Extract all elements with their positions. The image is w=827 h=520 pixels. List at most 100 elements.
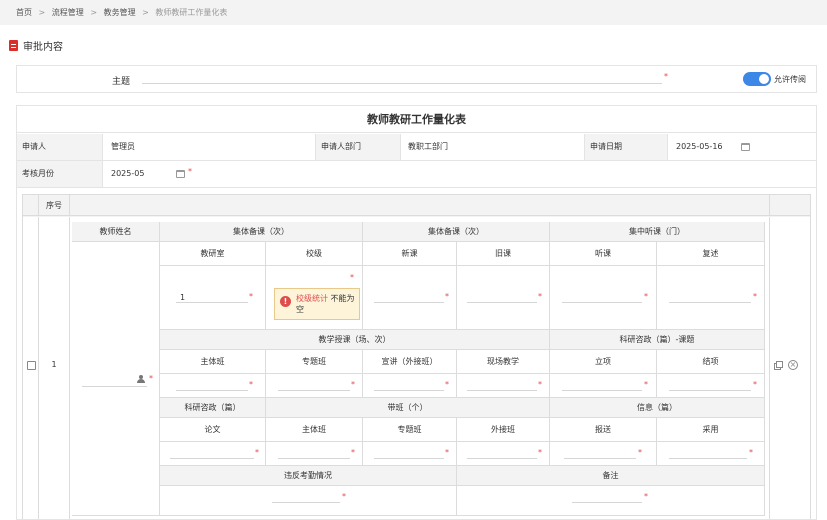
required-mark: * xyxy=(538,292,542,301)
column-divider xyxy=(69,195,70,215)
row-checkbox[interactable] xyxy=(27,361,36,370)
applicant-value: 管理员 xyxy=(111,142,135,151)
user-picker-icon[interactable] xyxy=(137,375,147,384)
date-label: 申请日期 xyxy=(584,134,668,160)
input-cell xyxy=(457,266,550,330)
sub-recap: 复述 xyxy=(657,242,765,266)
sub-paper: 论文 xyxy=(160,418,266,442)
project-close-input[interactable] xyxy=(669,390,751,391)
required-mark: * xyxy=(749,448,753,457)
sub-office: 教研室 xyxy=(160,242,266,266)
sub-project-setup: 立项 xyxy=(550,350,657,374)
input-cell xyxy=(550,374,657,398)
table-row: 1 教师姓名 * 集体备课（次） 集体备课（次） 集中听课（门） 教研室 校级 … xyxy=(23,217,810,519)
subject-input[interactable] xyxy=(142,83,662,84)
input-cell xyxy=(457,442,550,466)
sub-external-class: 外接班 xyxy=(457,418,550,442)
copy-icon[interactable] xyxy=(774,361,783,370)
error-icon: ! xyxy=(280,296,291,307)
breadcrumb-academic[interactable]: 教务管理 xyxy=(104,8,136,17)
paper-input[interactable] xyxy=(170,458,254,459)
required-mark: * xyxy=(753,292,757,301)
required-mark: * xyxy=(644,492,648,501)
required-mark: * xyxy=(149,374,153,383)
column-divider xyxy=(69,217,70,519)
column-divider xyxy=(769,195,770,215)
required-mark: * xyxy=(445,448,449,457)
input-cell xyxy=(266,442,363,466)
sub-onsite: 现场教学 xyxy=(457,350,550,374)
group-remark: 备注 xyxy=(457,466,765,486)
detail-table: 序号 1 教师姓名 * 集体备课（次） 集体备课（次） 集中听课（门） 教研室 xyxy=(22,194,811,519)
form-box: 教师教研工作量化表 申请人 管理员 申请人部门 教职工部门 申请日期 2025-… xyxy=(16,105,817,520)
sub-old-course: 旧课 xyxy=(457,242,550,266)
required-mark: * xyxy=(644,292,648,301)
onsite-input[interactable] xyxy=(467,390,537,391)
group-teaching: 教学授课（场、次） xyxy=(160,330,550,350)
calendar-icon[interactable] xyxy=(741,143,750,151)
new-course-input[interactable] xyxy=(374,302,444,303)
office-input[interactable] xyxy=(176,302,248,303)
breadcrumb: 首页 > 流程管理 > 教务管理 > 教师教研工作量化表 xyxy=(0,0,827,25)
external-class-input[interactable] xyxy=(467,458,537,459)
breadcrumb-process[interactable]: 流程管理 xyxy=(52,8,84,17)
toggle-label: 允许传阅 xyxy=(774,75,806,84)
row-detail-grid: 教师姓名 * 集体备课（次） 集体备课（次） 集中听课（门） 教研室 校级 新课… xyxy=(72,222,765,516)
project-setup-input[interactable] xyxy=(562,390,642,391)
error-field: 校级统计 xyxy=(296,294,328,303)
breadcrumb-home[interactable]: 首页 xyxy=(16,8,32,17)
allow-circulate-toggle[interactable] xyxy=(743,72,771,86)
old-course-input[interactable] xyxy=(467,302,537,303)
sub-new-course: 新课 xyxy=(363,242,457,266)
required-mark: * xyxy=(664,72,668,81)
column-divider xyxy=(769,217,770,519)
remark-input[interactable] xyxy=(572,502,642,503)
teacher-name-input[interactable] xyxy=(82,386,147,387)
teacher-name-header: 教师姓名 xyxy=(72,222,160,242)
dept-value: 教职工部门 xyxy=(408,142,448,151)
required-mark: * xyxy=(351,448,355,457)
breadcrumb-separator: > xyxy=(142,8,149,17)
required-mark: * xyxy=(644,380,648,389)
dept-label: 申请人部门 xyxy=(315,134,401,160)
info-row-applicant: 申请人 管理员 申请人部门 教职工部门 申请日期 2025-05-16 xyxy=(17,134,816,161)
delete-icon[interactable]: × xyxy=(788,360,798,370)
attendance-input[interactable] xyxy=(272,502,340,503)
sub-main-class: 主体班 xyxy=(160,350,266,374)
required-mark: * xyxy=(538,380,542,389)
required-mark: * xyxy=(753,380,757,389)
input-cell xyxy=(363,374,457,398)
required-mark: * xyxy=(255,448,259,457)
outreach-input[interactable] xyxy=(374,390,444,391)
special-class-2-input[interactable] xyxy=(374,458,444,459)
calendar-icon[interactable] xyxy=(176,170,185,178)
required-mark: * xyxy=(350,273,354,282)
month-label: 考核月份 xyxy=(17,161,103,187)
input-cell xyxy=(363,266,457,330)
required-mark: * xyxy=(538,448,542,457)
sub-listen: 听课 xyxy=(550,242,657,266)
sub-main-class-2: 主体班 xyxy=(266,418,363,442)
required-mark: * xyxy=(188,167,192,176)
sub-special-class-2: 专题班 xyxy=(363,418,457,442)
form-title: 教师教研工作量化表 xyxy=(17,106,816,133)
group-research-topic: 科研咨政（篇）-课题 xyxy=(550,330,765,350)
section-title: 审批内容 xyxy=(9,38,63,53)
group-collective-prep-2: 集体备课（次） xyxy=(363,222,550,242)
submit-input[interactable] xyxy=(564,458,636,459)
required-mark: * xyxy=(249,380,253,389)
adopt-input[interactable] xyxy=(669,458,747,459)
main-class-input[interactable] xyxy=(176,390,248,391)
required-mark: * xyxy=(351,380,355,389)
main-class-2-input[interactable] xyxy=(278,458,350,459)
breadcrumb-separator: > xyxy=(38,8,46,17)
date-input[interactable]: 2025-05-16 xyxy=(676,134,723,160)
detail-header: 序号 xyxy=(23,195,810,216)
group-attendance: 违反考勤情况 xyxy=(160,466,457,486)
input-cell xyxy=(160,486,457,516)
special-class-input[interactable] xyxy=(278,390,350,391)
month-input[interactable]: 2025-05 xyxy=(111,161,144,187)
office-input-value[interactable]: 1 xyxy=(180,293,185,302)
recap-input[interactable] xyxy=(669,302,751,303)
listen-input[interactable] xyxy=(562,302,642,303)
